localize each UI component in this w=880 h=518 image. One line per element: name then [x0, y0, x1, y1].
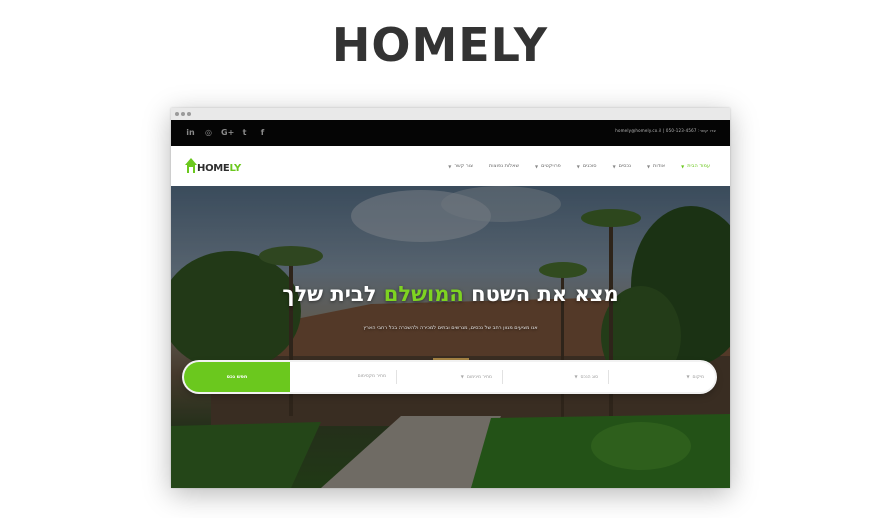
- logo-text: HOMELY: [197, 163, 241, 174]
- browser-window: in ◎ G+ t f homely@homely.co.il | 050-12…: [171, 108, 730, 488]
- google-plus-icon[interactable]: G+: [221, 127, 234, 139]
- min-price-select[interactable]: מחיר מינימום▼: [396, 362, 502, 392]
- nav-item-contact[interactable]: ▼ צור קשר: [448, 163, 473, 169]
- chevron-down-icon: ▼: [646, 163, 651, 169]
- nav-menu: ▼ צור קשר שאלות נפוצות ▼ פרויקטים ▼ סוכנים …: [432, 158, 710, 174]
- nav-item-agents[interactable]: ▼ סוכנים: [577, 163, 597, 169]
- hero-background-image: [171, 186, 730, 488]
- chevron-down-icon: ▼: [460, 374, 464, 379]
- property-search-bar: חפש נכס מחיר מקסימום מחיר מינימום▼ סוג ה…: [184, 362, 715, 392]
- max-price-select[interactable]: מחיר מקסימום: [290, 362, 396, 392]
- top-bar: in ◎ G+ t f homely@homely.co.il | 050-12…: [171, 120, 730, 146]
- property-type-select[interactable]: סוג הנכס▼: [502, 362, 608, 392]
- nav-item-about[interactable]: ▼ אודות: [647, 163, 665, 169]
- chevron-down-icon: ▼: [612, 163, 616, 169]
- chevron-down-icon: ▼: [681, 163, 685, 169]
- chevron-down-icon: ▼: [448, 163, 452, 169]
- hero-section: מצא את השטח המושלם לבית שלך אנו מציעים מ…: [171, 186, 730, 488]
- page-title: HOMELY: [331, 18, 549, 72]
- twitter-icon[interactable]: t: [239, 127, 250, 139]
- nav-item-projects[interactable]: ▼ פרויקטים: [535, 163, 561, 169]
- main-navbar: HOMELY ▼ צור קשר שאלות נפוצות ▼ פרויקטים ▼…: [171, 146, 730, 187]
- hero-subtitle: אנו מציעים מגוון רחב של נכסים, מגרשים וב…: [363, 325, 538, 331]
- linkedin-icon[interactable]: in: [185, 127, 196, 139]
- contact-info: homely@homely.co.il | 050-123-4567 :צרו …: [615, 128, 716, 133]
- window-minimize-dot[interactable]: [181, 112, 185, 116]
- window-close-dot[interactable]: [175, 112, 179, 116]
- nav-item-properties[interactable]: ▼ נכסים: [613, 163, 631, 169]
- chevron-down-icon: ▼: [576, 163, 580, 169]
- homely-logo[interactable]: HOMELY: [183, 156, 253, 176]
- hero-headline: מצא את השטח המושלם לבית שלך: [282, 282, 619, 306]
- chevron-down-icon: ▼: [574, 374, 578, 379]
- nav-item-home[interactable]: ▼ עמוד הבית: [681, 163, 710, 169]
- chevron-down-icon: ▼: [535, 163, 539, 169]
- facebook-icon[interactable]: f: [257, 127, 268, 139]
- nav-item-faq[interactable]: שאלות נפוצות: [489, 163, 519, 169]
- instagram-icon[interactable]: ◎: [203, 127, 214, 139]
- location-select[interactable]: מיקום▼: [608, 362, 714, 392]
- chevron-down-icon: ▼: [686, 374, 690, 379]
- search-button[interactable]: חפש נכס: [184, 362, 290, 392]
- window-maximize-dot[interactable]: [187, 112, 191, 116]
